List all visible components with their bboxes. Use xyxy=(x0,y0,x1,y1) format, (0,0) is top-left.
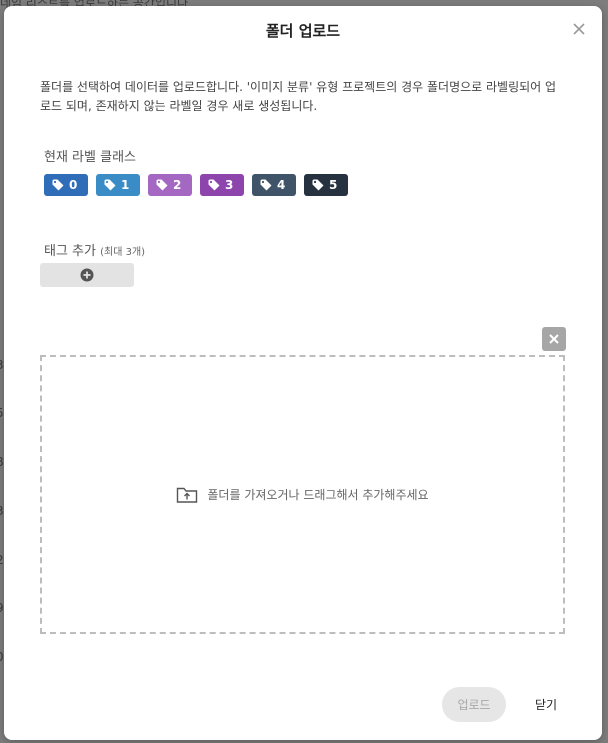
tag-icon xyxy=(52,179,64,191)
label-chip: 3 xyxy=(200,174,244,196)
upload-button[interactable]: 업로드 xyxy=(442,687,506,722)
tag-section-title: 태그 추가 (최대 3개) xyxy=(44,240,145,259)
label-chip-name: 1 xyxy=(121,178,130,192)
tag-icon xyxy=(208,179,220,191)
label-class-list: 0 1 2 3 4 5 xyxy=(44,174,348,196)
label-chip: 1 xyxy=(96,174,140,196)
close-button[interactable]: 닫기 xyxy=(522,687,570,722)
label-chip: 4 xyxy=(252,174,296,196)
label-chip-name: 4 xyxy=(277,178,286,192)
tag-section-label: 태그 추가 xyxy=(44,244,96,259)
label-chip-name: 5 xyxy=(329,178,338,192)
modal-description: 폴더를 선택하여 데이터를 업로드합니다. '이미지 분류' 유형 프로젝트의 … xyxy=(40,80,557,113)
add-tag-button[interactable] xyxy=(40,263,134,287)
close-icon[interactable] xyxy=(570,20,588,38)
tag-icon xyxy=(312,179,324,191)
label-chip: 0 xyxy=(44,174,88,196)
close-icon xyxy=(549,334,559,344)
label-chip-name: 2 xyxy=(173,178,182,192)
plus-circle-icon xyxy=(80,268,94,282)
label-chip: 2 xyxy=(148,174,192,196)
label-section-title: 현재 라벨 클래스 xyxy=(44,150,136,165)
folder-upload-modal: 폴더 업로드 폴더를 선택하여 데이터를 업로드합니다. '이미지 분류' 유형… xyxy=(4,6,602,740)
folder-dropzone[interactable]: 폴더를 가져오거나 드래그해서 추가해주세요 xyxy=(40,355,565,634)
label-chip: 5 xyxy=(304,174,348,196)
tag-section-limit: (최대 3개) xyxy=(100,247,146,258)
label-chip-name: 0 xyxy=(69,178,78,192)
clear-folder-button[interactable] xyxy=(542,327,566,351)
label-chip-name: 3 xyxy=(225,178,234,192)
tag-icon xyxy=(156,179,168,191)
dropzone-text: 폴더를 가져오거나 드래그해서 추가해주세요 xyxy=(207,488,429,502)
modal-title: 폴더 업로드 xyxy=(265,22,341,40)
tag-icon xyxy=(104,179,116,191)
folder-upload-icon xyxy=(177,487,198,503)
tag-icon xyxy=(260,179,272,191)
